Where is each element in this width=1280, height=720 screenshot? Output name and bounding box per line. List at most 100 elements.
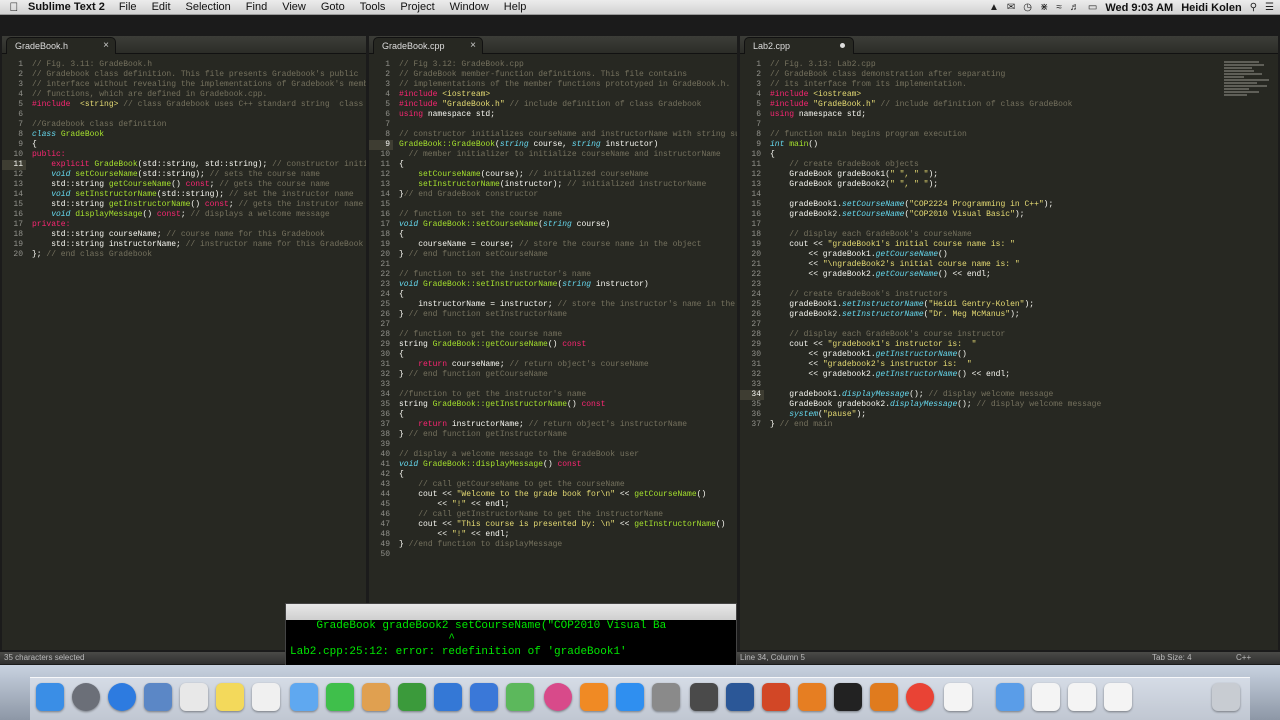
safari-icon[interactable] — [108, 683, 136, 711]
sublime-text-icon[interactable] — [690, 683, 718, 711]
finder-icon[interactable] — [36, 683, 64, 711]
itunes-icon[interactable] — [544, 683, 572, 711]
code-area[interactable]: // Fig. 3.11: GradeBook.h// Gradebook cl… — [32, 60, 366, 260]
code-line: //function to get the instructor's name — [399, 390, 737, 400]
menu-tools[interactable]: Tools — [360, 1, 386, 13]
trash-icon[interactable] — [1212, 683, 1240, 711]
menu-find[interactable]: Find — [246, 1, 267, 13]
chrome-icon[interactable] — [906, 683, 934, 711]
menu-edit[interactable]: Edit — [152, 1, 171, 13]
tab-label: GradeBook.h — [15, 41, 69, 51]
bluetooth-icon[interactable]: ⋇ — [1040, 2, 1048, 13]
code-token: << gradeBook1. — [770, 250, 876, 259]
code-token: "!" — [451, 500, 467, 509]
launchpad-icon[interactable] — [72, 683, 100, 711]
user-name[interactable]: Heidi Kolen — [1181, 2, 1242, 14]
calendar-icon[interactable] — [180, 683, 208, 711]
code-line: // implementations of the member functio… — [399, 80, 737, 90]
document-icon[interactable] — [944, 683, 972, 711]
code-token: cout << — [770, 340, 828, 349]
menu-window[interactable]: Window — [450, 1, 489, 13]
tab-size-selector[interactable]: Tab Size: 4 — [1152, 653, 1192, 662]
app-store-icon[interactable] — [616, 683, 644, 711]
battery-icon[interactable]: ▭ — [1088, 2, 1097, 13]
archive-icon[interactable] — [798, 683, 826, 711]
numbers-icon[interactable] — [398, 683, 426, 711]
document-icon[interactable] — [1068, 683, 1096, 711]
textedit-icon[interactable] — [362, 683, 390, 711]
syntax-selector[interactable]: C++ — [1236, 653, 1251, 662]
console-title-bar[interactable] — [286, 604, 736, 620]
app-menu[interactable]: Sublime Text 2 — [28, 1, 105, 13]
code-token: // end function getCourseName — [408, 370, 548, 379]
unsaved-dot-icon[interactable] — [840, 43, 845, 48]
menu-project[interactable]: Project — [400, 1, 434, 13]
downloads-folder-icon[interactable] — [996, 683, 1024, 711]
tab-lab2-cpp[interactable]: Lab2.cpp — [744, 37, 854, 54]
code-line: << gradeBook2.getCourseName() << endl; — [770, 270, 1278, 280]
tab-gradebook-h[interactable]: GradeBook.h × — [6, 37, 116, 54]
spotlight-search-icon[interactable]: ⚲ — [1250, 2, 1257, 13]
code-token: // class Gradebook uses C++ standard str… — [118, 100, 364, 109]
code-line: system("pause"); — [770, 410, 1278, 420]
code-token: getInstructorName — [875, 370, 958, 379]
notification-center-icon[interactable]: ☰ — [1265, 2, 1274, 13]
code-line: << "!" << endl; — [399, 500, 737, 510]
line-number: 39 — [380, 440, 390, 449]
code-token: // course name for this Gradebook — [166, 230, 325, 239]
apple-menu-icon[interactable]:  — [0, 0, 28, 14]
terminal-icon[interactable] — [834, 683, 862, 711]
code-token: GradeBook — [94, 160, 138, 169]
code-token: // include definition of class Gradebook — [504, 100, 702, 109]
pages-icon[interactable] — [506, 683, 534, 711]
close-icon[interactable]: × — [470, 40, 476, 51]
code-area[interactable]: // Fig. 3.13: Lab2.cpp// GradeBook class… — [770, 60, 1278, 430]
code-token: () << endl; — [957, 370, 1011, 379]
menu-file[interactable]: File — [119, 1, 137, 13]
clock[interactable]: Wed 9:03 AM — [1105, 2, 1173, 14]
menu-help[interactable]: Help — [504, 1, 527, 13]
ibooks-icon[interactable] — [580, 683, 608, 711]
code-token: () — [808, 140, 819, 149]
facetime-icon[interactable] — [326, 683, 354, 711]
line-number: 33 — [380, 380, 390, 389]
menu-view[interactable]: View — [282, 1, 306, 13]
code-line: }; // end class Gradebook — [32, 250, 366, 260]
code-token: displayMessage — [842, 390, 910, 399]
code-token: //function to get the instructor's name — [399, 390, 587, 399]
word-icon[interactable] — [726, 683, 754, 711]
tab-gradebook-cpp[interactable]: GradeBook.cpp × — [373, 37, 483, 54]
code-token: "!" — [451, 530, 467, 539]
code-line: << "gradebook2's instructor is: " — [770, 360, 1278, 370]
wifi-icon[interactable]: ≈ — [1056, 2, 1062, 13]
menu-selection[interactable]: Selection — [186, 1, 231, 13]
volume-icon[interactable]: ♬ — [1070, 2, 1080, 13]
code-token: () — [696, 490, 707, 499]
code-token: { — [399, 470, 404, 479]
powerpoint-icon[interactable] — [762, 683, 790, 711]
adobe-icon[interactable]: ▲ — [989, 2, 999, 13]
time-machine-icon[interactable]: ◷ — [1023, 2, 1032, 13]
tab-bar: GradeBook.cpp × — [369, 36, 737, 54]
code-line: gradeBook1.setInstructorName("Heidi Gent… — [770, 300, 1278, 310]
code-line: GradeBook gradeBook1(" ", " "); — [770, 170, 1278, 180]
code-line: #include <iostream> — [770, 90, 1278, 100]
document-icon[interactable] — [1104, 683, 1132, 711]
preview-icon[interactable] — [144, 683, 172, 711]
reminders-icon[interactable] — [252, 683, 280, 711]
system-preferences-icon[interactable] — [652, 683, 680, 711]
code-token: // gets the course name — [219, 180, 330, 189]
code-area[interactable]: // Fig 3.12: GradeBook.cpp// GradeBook m… — [399, 60, 737, 560]
close-icon[interactable]: × — [103, 40, 109, 51]
xcode-icon[interactable] — [434, 683, 462, 711]
code-line: << "!" << endl; — [399, 530, 737, 540]
messages-icon[interactable] — [290, 683, 318, 711]
folder-icon[interactable] — [870, 683, 898, 711]
minimap[interactable] — [1224, 60, 1274, 106]
document-icon[interactable] — [1032, 683, 1060, 711]
mail-icon[interactable]: ✉ — [1007, 2, 1015, 13]
keynote-icon[interactable] — [470, 683, 498, 711]
notes-icon[interactable] — [216, 683, 244, 711]
menu-goto[interactable]: Goto — [321, 1, 345, 13]
